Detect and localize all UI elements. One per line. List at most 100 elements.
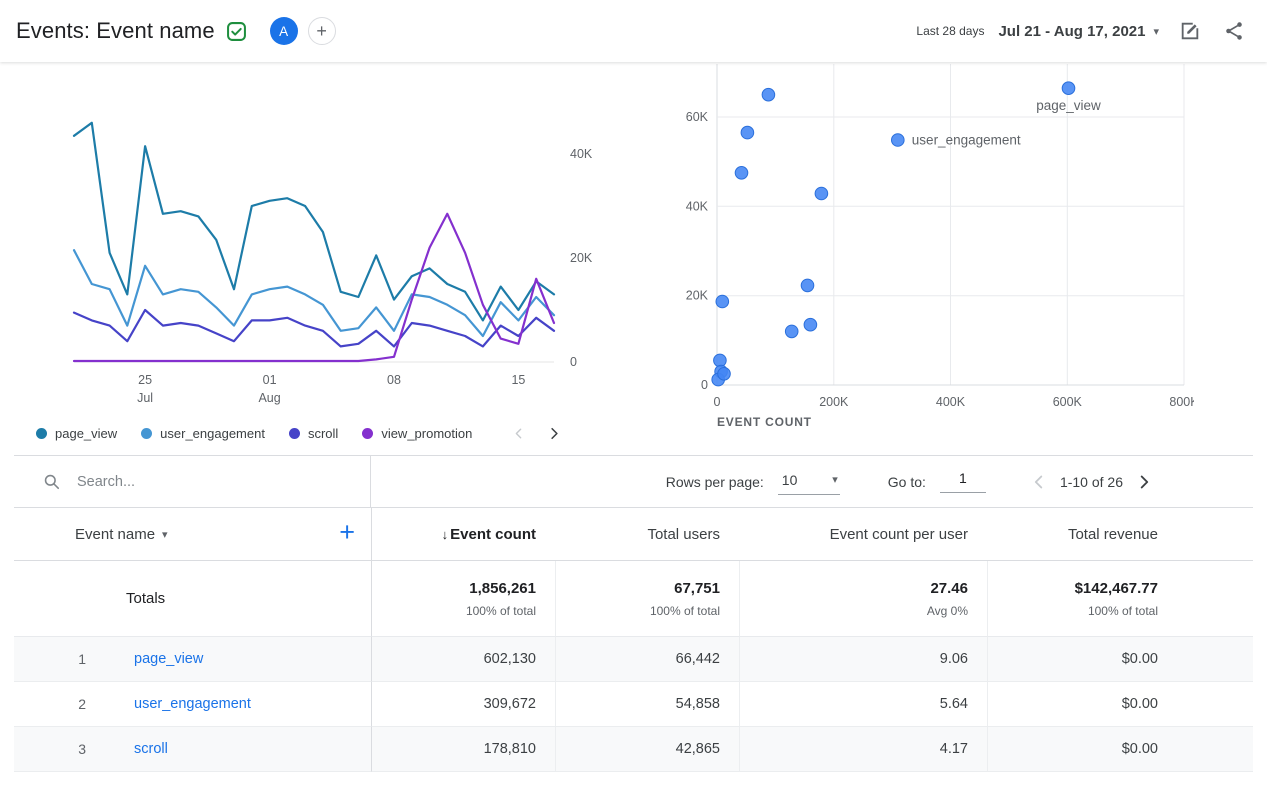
totals-subvalue: 100% of total: [650, 604, 720, 618]
events-table: Event name ▾ + ↓ Event count Total users…: [14, 508, 1253, 772]
svg-text:Aug: Aug: [258, 391, 280, 405]
scatter-point: [1062, 82, 1075, 95]
event-link-page_view[interactable]: page_view: [110, 637, 371, 682]
share-button[interactable]: [1219, 16, 1249, 46]
row-spacer: [1177, 637, 1253, 682]
customize-report-icon: [1179, 20, 1201, 42]
line-series-page_view: [74, 123, 554, 321]
legend-item-page_view[interactable]: page_view: [36, 426, 117, 441]
table-search-input[interactable]: [75, 473, 265, 491]
event-verified-icon: [225, 20, 248, 43]
cell-event-count: 178,810: [371, 727, 555, 772]
legend-prev-icon[interactable]: [508, 423, 529, 444]
totals-event-count: 1,856,261 100% of total: [371, 561, 555, 637]
column-header-total-revenue[interactable]: Total revenue: [987, 508, 1177, 561]
column-header-event-count-per-user[interactable]: Event count per user: [739, 508, 987, 561]
date-range-picker[interactable]: Jul 21 - Aug 17, 2021 ▾: [996, 19, 1161, 44]
events-over-time-line-chart: 020K40K25Jul01Aug0815: [30, 90, 615, 420]
svg-text:40K: 40K: [570, 147, 593, 161]
charts-section: 020K40K25Jul01Aug0815 page_viewuser_enga…: [14, 62, 1253, 456]
scatter-point: [892, 134, 905, 147]
svg-text:20K: 20K: [686, 289, 709, 303]
totals-subvalue: Avg 0%: [927, 604, 968, 618]
events-table-section: Rows per page: 10 ▾ Go to: 1 1-10 of 26: [14, 456, 1253, 772]
add-comparison-button[interactable]: +: [308, 17, 336, 45]
scatter-point: [741, 126, 754, 139]
scatter-point: [801, 279, 814, 292]
svg-text:600K: 600K: [1053, 395, 1083, 409]
column-label: Total revenue: [1068, 526, 1158, 543]
cell-total-revenue: $0.00: [987, 727, 1177, 772]
rows-per-page-label: Rows per page:: [666, 474, 764, 490]
add-column-button[interactable]: +: [333, 519, 361, 550]
cell-event-count: 309,672: [371, 682, 555, 727]
goto-label: Go to:: [888, 474, 926, 490]
svg-text:0: 0: [701, 378, 708, 392]
legend-label: user_engagement: [160, 426, 265, 441]
all-users-avatar[interactable]: A: [270, 17, 298, 45]
line-series-scroll: [74, 310, 554, 346]
column-label: Event count per user: [830, 526, 968, 543]
chart-legend: page_view user_engagement scroll view_promo…: [36, 426, 504, 441]
line-chart-panel: 020K40K25Jul01Aug0815 page_viewuser_enga…: [30, 62, 615, 445]
svg-text:01: 01: [263, 373, 277, 387]
svg-text:0: 0: [570, 355, 577, 369]
plus-icon: +: [316, 22, 327, 40]
totals-total-revenue: $142,467.77 100% of total: [987, 561, 1177, 637]
svg-text:800K: 800K: [1169, 395, 1194, 409]
next-page-icon[interactable]: [1133, 471, 1155, 493]
event-link-user_engagement[interactable]: user_engagement: [110, 682, 371, 727]
svg-text:200K: 200K: [819, 395, 849, 409]
line-series-view_promotion: [74, 214, 554, 361]
legend-item-user_engagement[interactable]: user_engagement: [141, 426, 265, 441]
cell-total-users: 66,442: [555, 637, 739, 682]
legend-next-icon[interactable]: [543, 422, 566, 445]
caret-down-icon: ▾: [162, 528, 168, 541]
svg-text:40K: 40K: [686, 199, 709, 213]
caret-down-icon: ▾: [832, 473, 838, 486]
pagination-range: 1-10 of 26: [1060, 474, 1123, 490]
prev-page-icon[interactable]: [1028, 471, 1050, 493]
table-controls: Rows per page: 10 ▾ Go to: 1 1-10 of 26: [14, 456, 1253, 508]
legend-label: view_promotion: [381, 426, 472, 441]
cell-total-users: 54,858: [555, 682, 739, 727]
cell-total-revenue: $0.00: [987, 682, 1177, 727]
header-spacer: [1177, 508, 1253, 561]
dimension-select[interactable]: Event name ▾: [75, 526, 168, 543]
event-link-scroll[interactable]: scroll: [110, 727, 371, 772]
caret-down-icon: ▾: [1153, 25, 1159, 38]
scatter-point: [762, 88, 775, 101]
legend-item-scroll[interactable]: scroll: [289, 426, 338, 441]
column-label: Event count: [450, 526, 536, 543]
pagination-controls: Rows per page: 10 ▾ Go to: 1 1-10 of 26: [371, 469, 1253, 495]
svg-text:20K: 20K: [570, 251, 593, 265]
column-header-total-users[interactable]: Total users: [555, 508, 739, 561]
scatter-point: [785, 325, 798, 338]
rows-per-page-value: 10: [782, 472, 798, 488]
legend-dot-icon: [289, 428, 300, 439]
legend-dot-icon: [141, 428, 152, 439]
customize-report-button[interactable]: [1175, 16, 1205, 46]
legend-item-view_promotion[interactable]: view_promotion: [362, 426, 472, 441]
share-icon: [1223, 20, 1245, 42]
events-report-card: 020K40K25Jul01Aug0815 page_viewuser_enga…: [14, 62, 1253, 772]
column-header-event-count[interactable]: ↓ Event count: [371, 508, 555, 561]
goto-page-input[interactable]: 1: [940, 470, 986, 493]
row-index: 3: [14, 727, 110, 772]
scatter-point: [815, 187, 828, 200]
date-range-value: Jul 21 - Aug 17, 2021: [998, 23, 1145, 40]
totals-value: 27.46: [930, 580, 968, 597]
cell-event-count-per-user: 5.64: [739, 682, 987, 727]
cell-total-revenue: $0.00: [987, 637, 1177, 682]
table-search: [14, 456, 371, 507]
svg-text:page_view: page_view: [1036, 98, 1101, 113]
totals-label: Totals: [14, 561, 371, 637]
chart-legend-row: page_view user_engagement scroll view_promo…: [36, 422, 615, 445]
search-icon: [42, 472, 61, 491]
totals-value: 67,751: [674, 580, 720, 597]
column-label: Total users: [647, 526, 720, 543]
cell-event-count: 602,130: [371, 637, 555, 682]
cell-event-count-per-user: 9.06: [739, 637, 987, 682]
rows-per-page-select[interactable]: 10 ▾: [778, 469, 840, 495]
legend-label: page_view: [55, 426, 117, 441]
